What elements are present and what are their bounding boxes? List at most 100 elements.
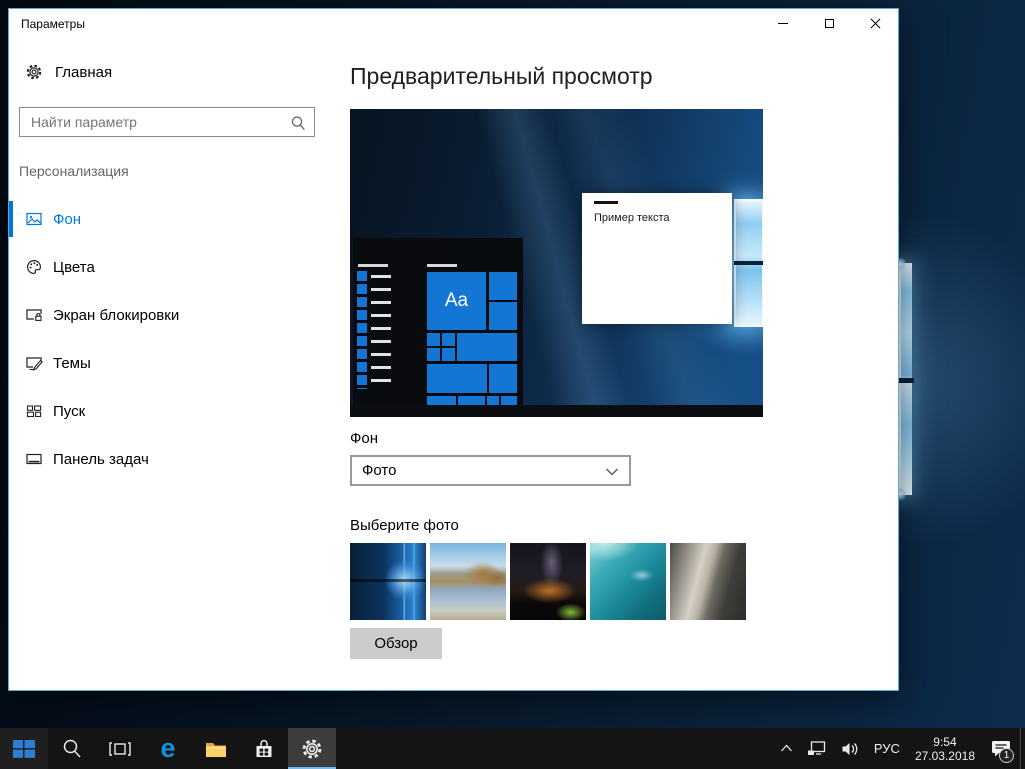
photo-thumbnail-underwater-swimmer[interactable] xyxy=(590,543,666,620)
gear-icon xyxy=(300,737,324,761)
sidebar-item-label: Экран блокировки xyxy=(53,307,179,324)
wallpaper-preview: Пример текста Aa xyxy=(350,109,763,417)
palette-icon xyxy=(25,258,43,276)
store-icon xyxy=(253,738,275,760)
themes-icon xyxy=(25,354,43,372)
edge-button[interactable]: e xyxy=(144,728,192,769)
volume-tray-button[interactable] xyxy=(834,728,867,769)
photo-thumbnail-windows-hero[interactable] xyxy=(350,543,426,620)
window-controls xyxy=(760,9,898,38)
photo-thumbnails xyxy=(350,543,746,620)
minimize-icon xyxy=(778,23,788,24)
logo-divider xyxy=(734,261,763,265)
task-view-icon xyxy=(108,740,132,758)
taskbar-icon xyxy=(25,450,43,468)
sidebar-item-label: Темы xyxy=(53,355,91,372)
network-icon xyxy=(807,740,827,757)
language-indicator[interactable]: РУС xyxy=(867,728,907,769)
search-icon[interactable] xyxy=(290,115,306,131)
logo-divider xyxy=(899,378,914,383)
page-title: Предварительный просмотр xyxy=(350,63,653,90)
app-list-labels xyxy=(371,271,391,389)
sidebar-item-lock-screen[interactable]: Экран блокировки xyxy=(9,297,342,333)
app-list-icons xyxy=(357,271,367,389)
photo-thumbnail-rock-cliff[interactable] xyxy=(670,543,746,620)
sidebar-item-label: Пуск xyxy=(53,403,85,420)
preview-tile xyxy=(442,348,455,361)
sidebar-nav: Фон Цвета Экран блокировки xyxy=(9,201,342,489)
settings-taskbar-button[interactable] xyxy=(288,728,336,769)
preview-tile xyxy=(458,396,485,405)
browse-button[interactable]: Обзор xyxy=(350,628,442,659)
active-indicator xyxy=(9,297,13,333)
sample-window-title-placeholder xyxy=(594,201,618,204)
preview-taskbar xyxy=(350,405,763,417)
preview-tile xyxy=(489,302,517,330)
preview-tile xyxy=(489,272,517,300)
preview-tile xyxy=(427,364,487,393)
section-header: Персонализация xyxy=(19,163,129,179)
background-dropdown[interactable]: Фото xyxy=(350,455,631,486)
sidebar-item-start[interactable]: Пуск xyxy=(9,393,342,429)
start-button[interactable] xyxy=(0,728,48,769)
preview-sample-window: Пример текста xyxy=(582,193,732,324)
file-explorer-button[interactable] xyxy=(192,728,240,769)
titlebar[interactable]: Параметры xyxy=(9,9,898,39)
background-label: Фон xyxy=(350,430,378,447)
active-indicator xyxy=(9,345,13,381)
system-tray: РУС 9:54 27.03.2018 1 xyxy=(773,728,1025,769)
start-tiles-icon xyxy=(25,402,43,420)
sidebar-item-taskbar[interactable]: Панель задач xyxy=(9,441,342,477)
desktop-wallpaper-logo xyxy=(899,263,912,495)
tray-chevron-button[interactable] xyxy=(773,728,800,769)
close-icon xyxy=(870,19,880,29)
active-indicator xyxy=(9,393,13,429)
active-indicator xyxy=(9,249,13,285)
clock-date: 27.03.2018 xyxy=(915,749,975,763)
active-indicator xyxy=(9,201,13,237)
clock-time: 9:54 xyxy=(915,735,975,749)
chevron-down-icon xyxy=(605,467,619,477)
close-button[interactable] xyxy=(852,9,898,38)
sidebar-item-themes[interactable]: Темы xyxy=(9,345,342,381)
file-explorer-icon xyxy=(204,739,228,759)
sidebar-item-label: Цвета xyxy=(53,259,95,276)
preview-tile xyxy=(427,348,440,361)
image-icon xyxy=(25,210,43,228)
show-desktop-button[interactable] xyxy=(1020,728,1025,769)
network-tray-button[interactable] xyxy=(800,728,834,769)
minimize-button[interactable] xyxy=(760,9,806,38)
lock-screen-icon xyxy=(25,306,43,324)
action-center-button[interactable]: 1 xyxy=(983,728,1020,769)
edge-icon: e xyxy=(160,735,175,762)
clock[interactable]: 9:54 27.03.2018 xyxy=(907,735,983,763)
preview-tile xyxy=(501,396,517,405)
search-input[interactable] xyxy=(20,108,314,136)
maximize-icon xyxy=(825,19,834,28)
store-button[interactable] xyxy=(240,728,288,769)
chevron-up-icon xyxy=(780,744,793,753)
sidebar-item-background[interactable]: Фон xyxy=(9,201,342,237)
active-indicator xyxy=(9,441,13,477)
photo-thumbnail-beach-rocks[interactable] xyxy=(430,543,506,620)
taskbar-search-button[interactable] xyxy=(48,728,96,769)
windows-logo-icon xyxy=(13,740,35,758)
search-box xyxy=(19,107,315,137)
preview-tile xyxy=(427,396,456,405)
search-icon xyxy=(61,738,83,760)
photo-thumbnail-night-sky-tent[interactable] xyxy=(510,543,586,620)
sidebar-item-colors[interactable]: Цвета xyxy=(9,249,342,285)
maximize-button[interactable] xyxy=(806,9,852,38)
sidebar-item-home[interactable]: Главная xyxy=(25,63,112,81)
preview-tile xyxy=(489,364,517,393)
notification-badge: 1 xyxy=(999,748,1014,763)
wallpaper-logo xyxy=(734,199,763,327)
settings-window: Параметры Главная Персонализация xyxy=(8,8,899,691)
choose-photo-label: Выберите фото xyxy=(350,517,459,534)
gear-icon xyxy=(25,63,43,81)
home-label: Главная xyxy=(55,64,112,81)
tiles-header-placeholder xyxy=(427,264,457,267)
sidebar-item-label: Панель задач xyxy=(53,451,149,468)
background-dropdown-value: Фото xyxy=(362,462,396,479)
task-view-button[interactable] xyxy=(96,728,144,769)
